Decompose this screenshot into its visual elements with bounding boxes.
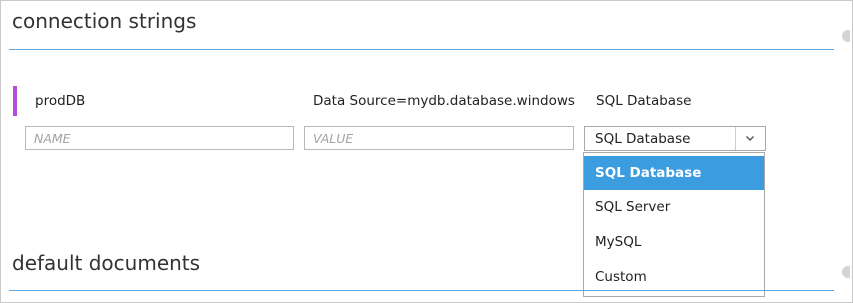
- section-title-connection-strings: connection strings: [12, 9, 197, 33]
- option-custom[interactable]: Custom: [584, 260, 764, 294]
- select-divider: [735, 127, 736, 150]
- chevron-down-icon[interactable]: [743, 131, 757, 145]
- section-title-default-documents: default documents: [12, 251, 201, 275]
- connection-type: SQL Database: [596, 93, 692, 109]
- connection-name: prodDB: [35, 93, 86, 109]
- section-divider: [9, 290, 834, 291]
- option-sql-database[interactable]: SQL Database: [584, 156, 764, 190]
- name-input[interactable]: [25, 126, 294, 150]
- value-input[interactable]: [304, 126, 574, 150]
- type-select[interactable]: SQL Database: [584, 126, 766, 151]
- option-mysql[interactable]: MySQL: [584, 225, 764, 259]
- app-frame: connection strings prodDB Data Source=my…: [0, 0, 853, 303]
- type-dropdown-menu: SQL Database SQL Server MySQL Custom: [583, 152, 765, 297]
- row-accent-bar: [13, 86, 17, 116]
- gear-icon[interactable]: [840, 266, 850, 278]
- option-sql-server[interactable]: SQL Server: [584, 190, 764, 224]
- type-select-value: SQL Database: [595, 131, 691, 147]
- gear-icon[interactable]: [840, 30, 850, 42]
- connection-value: Data Source=mydb.database.windows.net: [313, 93, 575, 109]
- section-divider: [9, 49, 834, 50]
